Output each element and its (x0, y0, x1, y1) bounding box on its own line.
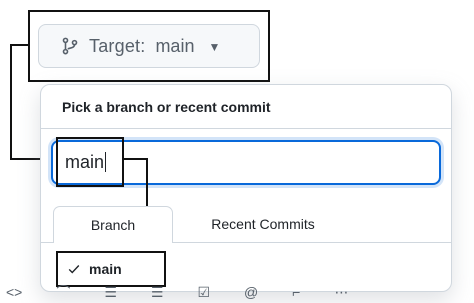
tab-branch[interactable]: Branch (53, 206, 173, 243)
tab-recent-commits[interactable]: Recent Commits (183, 206, 343, 242)
branch-picker-screen: Target: main ▼ Pick a branch or recent c… (0, 0, 474, 303)
connector-line-search-horizontal (124, 158, 148, 160)
list-ordered-icon[interactable]: ☰ (151, 284, 164, 301)
search-callout (56, 137, 124, 187)
list-unordered-icon[interactable]: ☰ (104, 284, 117, 301)
tasklist-icon[interactable]: ☑ (197, 284, 210, 301)
picker-tabs: Branch Recent Commits (41, 206, 451, 243)
mention-icon[interactable]: @ (244, 284, 258, 300)
connector-line-vertical (10, 44, 12, 160)
code-icon[interactable]: <> (6, 284, 22, 300)
reply-icon[interactable]: ⌐ (292, 284, 300, 300)
connector-line-top (10, 44, 28, 46)
link-icon[interactable]: ⌒ (56, 282, 70, 302)
more-icon[interactable]: ⋯ (334, 284, 348, 301)
target-callout (28, 10, 270, 82)
dropdown-title: Pick a branch or recent commit (41, 85, 451, 129)
editor-toolbar: <> ⌒ ☰ ☰ ☑ @ ⌐ ⋯ (0, 281, 474, 303)
